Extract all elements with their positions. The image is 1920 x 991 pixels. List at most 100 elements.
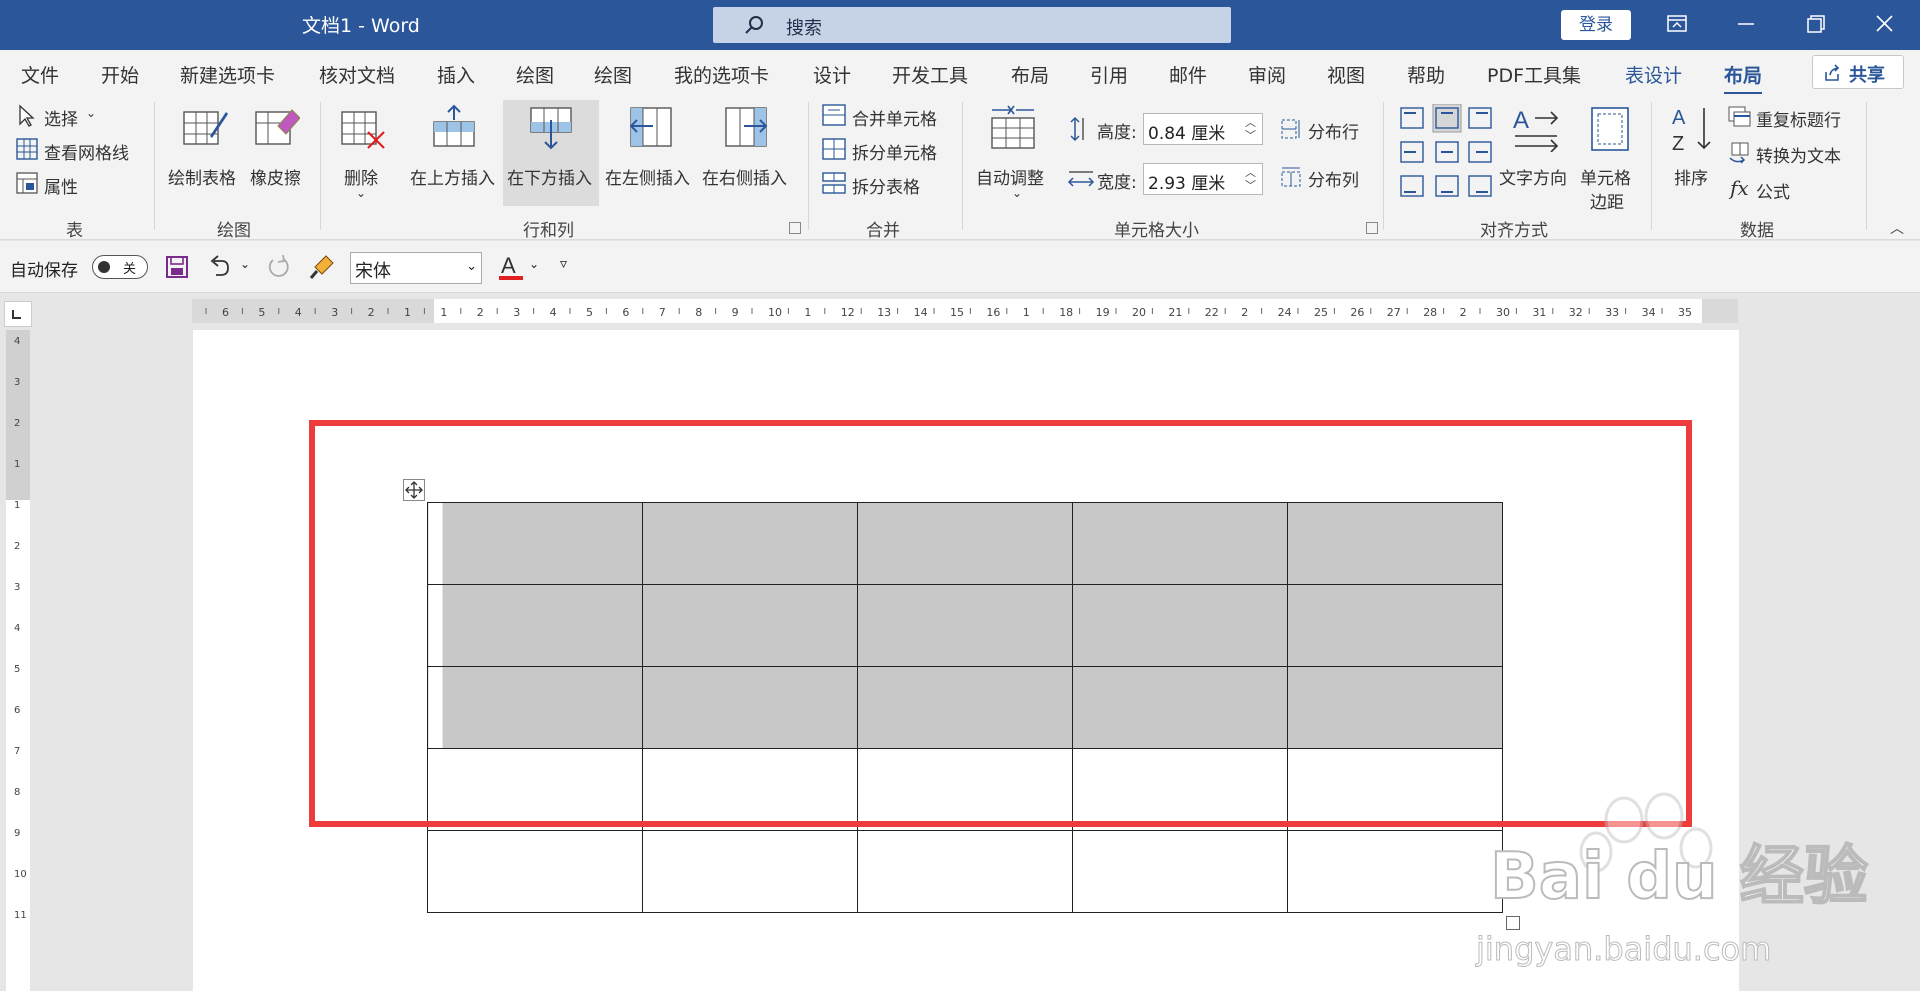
table-properties-icon [16, 172, 38, 194]
format-painter-icon[interactable] [308, 253, 336, 281]
autofit-button[interactable]: 自动调整 ⌄ [976, 104, 1056, 204]
insert-left-icon [629, 107, 672, 147]
spinner-arrows-icon[interactable]: ︿ ﹀ [1245, 116, 1256, 142]
collapse-ribbon-icon[interactable]: ︿ [1890, 218, 1904, 238]
cell-margins-button[interactable]: 单元格 边距 [1580, 104, 1640, 214]
share-button[interactable]: 共享 [1812, 55, 1904, 89]
redo-icon[interactable] [265, 255, 291, 279]
table-cell[interactable] [857, 830, 1073, 913]
insert-below-icon [530, 107, 572, 150]
width-label: 宽度: [1097, 173, 1137, 193]
insert-right-button[interactable]: 在右侧插入 [700, 104, 792, 204]
autosave-label: 自动保存 [10, 261, 78, 281]
restore-icon[interactable] [1797, 8, 1833, 40]
tab-references[interactable]: 引用 [1090, 61, 1128, 88]
table-cell[interactable] [1287, 830, 1503, 913]
font-color-icon[interactable]: A [498, 253, 524, 283]
tab-review[interactable]: 审阅 [1248, 61, 1286, 88]
tab-file[interactable]: 文件 [21, 61, 59, 88]
ruler-label: 31 [1532, 306, 1546, 319]
tab-view[interactable]: 视图 [1327, 61, 1365, 88]
tab-home[interactable]: 开始 [101, 61, 139, 88]
draw-table-icon [183, 111, 228, 145]
ribbon-display-options-icon[interactable] [1659, 8, 1695, 40]
ruler-label: 2 [14, 541, 20, 552]
group-label-data: 数据 [1740, 221, 1774, 241]
tab-check-doc[interactable]: 核对文档 [319, 61, 395, 88]
chevron-down-icon: ⌄ [86, 106, 97, 120]
group-label-cell-size: 单元格大小 [1114, 221, 1199, 241]
ruler-label: 16 [986, 306, 1000, 319]
sort-button[interactable]: AZ 排序 [1668, 104, 1720, 204]
svg-text:Z: Z [1672, 133, 1684, 154]
tab-selector-icon[interactable] [4, 301, 32, 327]
ruler-label: 2 [1460, 306, 1467, 319]
autofit-label: 自动调整 [976, 169, 1044, 189]
tab-design[interactable]: 设计 [813, 61, 851, 88]
undo-icon[interactable] [206, 255, 232, 279]
tab-draw-2[interactable]: 绘图 [594, 61, 632, 88]
insert-above-button[interactable]: 在上方插入 [408, 104, 500, 204]
cell-margins-label-line2: 边距 [1590, 193, 1624, 213]
login-button[interactable]: 登录 [1561, 10, 1631, 40]
ruler-label: 1 [440, 306, 447, 319]
eraser-button[interactable]: 橡皮擦 [248, 104, 308, 204]
tab-mailings[interactable]: 邮件 [1169, 61, 1207, 88]
search-icon [745, 16, 763, 34]
autosave-toggle[interactable]: 关 [92, 255, 148, 279]
tab-new-tab[interactable]: 新建选项卡 [180, 61, 275, 88]
insert-below-button[interactable]: 在下方插入 [505, 104, 597, 204]
table-cell[interactable] [642, 830, 858, 913]
rows-cols-dialog-launcher-icon[interactable] [789, 222, 801, 234]
formula-label: 公式 [1756, 183, 1790, 203]
spinner-arrows-icon[interactable]: ︿ ﹀ [1245, 166, 1256, 192]
width-input[interactable]: 2.93 厘米 ︿ ﹀ [1143, 163, 1263, 195]
table-cell[interactable] [1072, 830, 1288, 913]
ruler-label: 14 [914, 306, 928, 319]
ruler-label: 3 [14, 582, 20, 593]
ruler-label: 26 [1350, 306, 1364, 319]
cell-size-dialog-launcher-icon[interactable] [1366, 222, 1378, 234]
table-cell[interactable] [427, 830, 643, 913]
ruler-label: 27 [1387, 306, 1401, 319]
tab-pdf-tools[interactable]: PDF工具集 [1487, 61, 1581, 88]
tab-help[interactable]: 帮助 [1407, 61, 1445, 88]
ruler-label: 34 [1642, 306, 1656, 319]
tab-table-design[interactable]: 表设计 [1625, 61, 1682, 88]
tab-table-layout[interactable]: 布局 [1724, 61, 1763, 95]
ruler-label: 22 [1205, 306, 1219, 319]
svg-text:A: A [1672, 107, 1686, 129]
ruler-label: 3 [513, 306, 520, 319]
height-input[interactable]: 0.84 厘米 ︿ ﹀ [1143, 113, 1263, 145]
vertical-ruler[interactable]: 4 3 2 1 1 2 3 4 5 6 7 8 9 10 11 [6, 330, 30, 991]
tab-draw[interactable]: 绘图 [516, 61, 554, 88]
tab-developer[interactable]: 开发工具 [892, 61, 968, 88]
tab-layout[interactable]: 布局 [1011, 61, 1049, 88]
save-icon[interactable] [165, 255, 189, 279]
insert-left-button[interactable]: 在左侧插入 [603, 104, 695, 204]
cell-alignment-grid[interactable] [1398, 104, 1492, 200]
tab-my-tab[interactable]: 我的选项卡 [674, 61, 769, 88]
chevron-down-icon: ⌄ [466, 259, 477, 274]
draw-table-button[interactable]: 绘制表格 [168, 104, 242, 204]
delete-button[interactable]: 删除 ⌄ [338, 104, 386, 204]
font-name-select[interactable]: 宋体 ⌄ [350, 252, 482, 284]
font-color-dropdown-icon[interactable]: ⌄ [529, 257, 539, 271]
horizontal-ruler[interactable]: 6 5 4 3 2 1 1 2 3 4 5 6 7 8 9 10 1 12 13 14 15 16 1 18 19 20 21 22 2… [192, 299, 1738, 323]
share-label: 共享 [1849, 65, 1885, 86]
minimize-icon[interactable] [1728, 8, 1764, 40]
undo-dropdown-icon[interactable]: ⌄ [240, 257, 250, 271]
convert-to-text-icon [1729, 142, 1749, 164]
eraser-label: 橡皮擦 [250, 169, 301, 189]
search-box[interactable]: 搜索 [713, 7, 1231, 43]
gridlines-icon [16, 138, 38, 160]
cell-margins-icon [1591, 107, 1629, 151]
convert-to-text-label: 转换为文本 [1756, 147, 1841, 167]
tab-insert[interactable]: 插入 [437, 61, 475, 88]
ruler-label: 2 [368, 306, 375, 319]
text-direction-icon: A [1513, 107, 1559, 152]
table-row[interactable] [427, 830, 1503, 913]
customize-qat-icon[interactable]: ▿ [560, 256, 567, 272]
text-direction-button[interactable]: A 文字方向 [1497, 104, 1577, 204]
close-icon[interactable] [1866, 8, 1902, 40]
